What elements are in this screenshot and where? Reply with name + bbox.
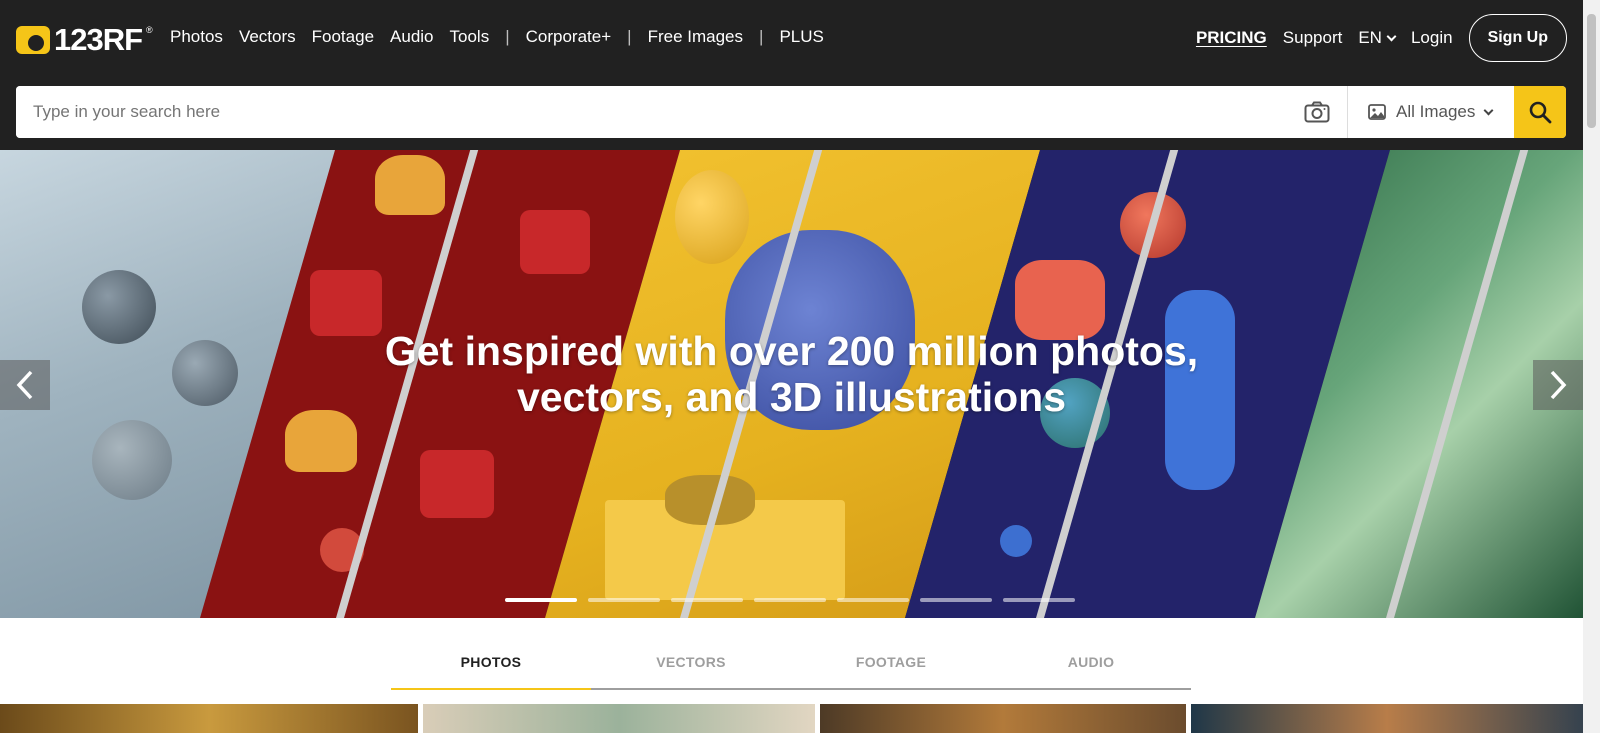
hero-headline-line-1: Get inspired with over 200 million photo… — [384, 328, 1199, 374]
page-scrollbar[interactable] — [1583, 0, 1600, 733]
image-thumbnail[interactable] — [423, 704, 815, 733]
nav-item-audio[interactable]: Audio — [390, 27, 433, 47]
chevron-down-icon — [1483, 105, 1494, 115]
pricing-link[interactable]: PRICING — [1196, 28, 1267, 48]
mug-decoration — [420, 450, 494, 518]
tab-audio[interactable]: AUDIO — [991, 650, 1191, 688]
search-bar: All Images — [16, 86, 1566, 138]
tab-footage[interactable]: FOOTAGE — [791, 650, 991, 688]
carousel-indicator[interactable] — [588, 598, 660, 602]
site-header: 123RF ® Photos Vectors Footage Audio Too… — [0, 0, 1583, 150]
nav-item-plus[interactable]: PLUS — [779, 27, 823, 47]
planet-decoration — [1000, 525, 1032, 557]
nav-item-tools[interactable]: Tools — [450, 27, 490, 47]
carousel-indicator[interactable] — [754, 598, 826, 602]
logo-registered-mark: ® — [146, 25, 153, 35]
image-thumbnail[interactable] — [0, 704, 418, 733]
signup-button[interactable]: Sign Up — [1468, 14, 1567, 62]
scrollbar-thumb[interactable] — [1587, 14, 1596, 128]
carousel-indicator[interactable] — [671, 598, 743, 602]
logo-icon — [16, 26, 50, 54]
image-thumbnail[interactable] — [1191, 704, 1583, 733]
nav-separator: | — [759, 27, 764, 46]
chevron-down-icon — [1386, 31, 1397, 41]
nav-separator: | — [505, 27, 510, 46]
logo[interactable]: 123RF ® — [16, 22, 153, 58]
nav-item-footage[interactable]: Footage — [312, 27, 374, 47]
hero-headline-line-2: vectors, and 3D illustrations — [516, 374, 1067, 420]
mug-decoration — [520, 210, 590, 274]
image-thumbnail[interactable] — [820, 704, 1186, 733]
hero-headline: Get inspired with over 200 million photo… — [0, 328, 1583, 420]
search-icon — [1529, 101, 1552, 124]
image-grid — [0, 704, 1583, 733]
chevron-left-icon — [16, 370, 33, 400]
image-icon — [1368, 104, 1386, 120]
search-input[interactable] — [16, 86, 1287, 138]
logo-text: 123RF — [54, 22, 143, 57]
hero-carousel: Get inspired with over 200 million photo… — [0, 150, 1583, 618]
ornament-decoration — [92, 420, 172, 500]
carousel-indicator[interactable] — [505, 598, 577, 602]
camera-icon[interactable] — [1287, 86, 1347, 138]
tab-photos[interactable]: PHOTOS — [391, 650, 591, 690]
balloon-decoration — [675, 170, 749, 264]
support-link[interactable]: Support — [1283, 28, 1343, 48]
nav-item-corporate[interactable]: Corporate+ — [526, 27, 612, 47]
image-type-dropdown[interactable]: All Images — [1348, 86, 1514, 138]
carousel-indicator[interactable] — [920, 598, 992, 602]
language-label: EN — [1358, 28, 1382, 47]
page: 123RF ® Photos Vectors Footage Audio Too… — [0, 0, 1600, 733]
carousel-indicator[interactable] — [1003, 598, 1075, 602]
mug-decoration — [310, 270, 382, 336]
nav-separator: | — [627, 27, 632, 46]
carousel-indicator[interactable] — [837, 598, 909, 602]
nav-item-vectors[interactable]: Vectors — [239, 27, 296, 47]
carousel-prev-button[interactable] — [0, 360, 50, 410]
nav-item-free-images[interactable]: Free Images — [648, 27, 743, 47]
language-selector[interactable]: EN — [1358, 28, 1397, 48]
content-type-tabs: PHOTOS VECTORS FOOTAGE AUDIO — [391, 650, 1191, 690]
main-nav: Photos Vectors Footage Audio Tools | Cor… — [170, 27, 824, 47]
account-nav: PRICING Support EN Login Sign Up — [1196, 14, 1567, 62]
carousel-indicators — [505, 598, 1075, 602]
nav-item-photos[interactable]: Photos — [170, 27, 223, 47]
image-type-label: All Images — [1396, 102, 1476, 121]
carousel-next-button[interactable] — [1533, 360, 1583, 410]
login-link[interactable]: Login — [1411, 28, 1453, 48]
bell-decoration — [375, 155, 445, 215]
chevron-right-icon — [1550, 370, 1567, 400]
search-button[interactable] — [1514, 86, 1566, 138]
tab-vectors[interactable]: VECTORS — [591, 650, 791, 688]
